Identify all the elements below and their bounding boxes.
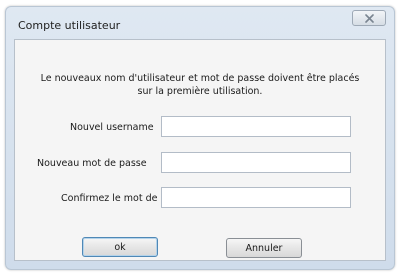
instruction-message: Le nouveaux nom d'utilisateur et mot de …: [40, 73, 360, 97]
cancel-button-label: Annuler: [245, 242, 283, 254]
ok-button-label: ok: [114, 241, 126, 253]
username-label: Nouvel username: [70, 122, 154, 133]
dialog-title: Compte utilisateur: [18, 19, 121, 32]
confirm-password-label: Confirmez le mot de: [61, 193, 158, 204]
user-account-dialog: Compte utilisateur Le nouveaux nom d'uti…: [5, 6, 395, 270]
close-button[interactable]: [352, 10, 386, 26]
dialog-body: Le nouveaux nom d'utilisateur et mot de …: [14, 39, 386, 261]
close-icon: [364, 13, 374, 23]
cancel-button[interactable]: Annuler: [226, 238, 302, 258]
confirm-password-input[interactable]: [161, 187, 351, 208]
username-input[interactable]: [161, 116, 351, 137]
password-input[interactable]: [161, 152, 351, 173]
title-bar[interactable]: Compte utilisateur: [6, 7, 394, 39]
password-label: Nouveau mot de passe: [37, 158, 147, 169]
ok-button[interactable]: ok: [82, 237, 158, 257]
